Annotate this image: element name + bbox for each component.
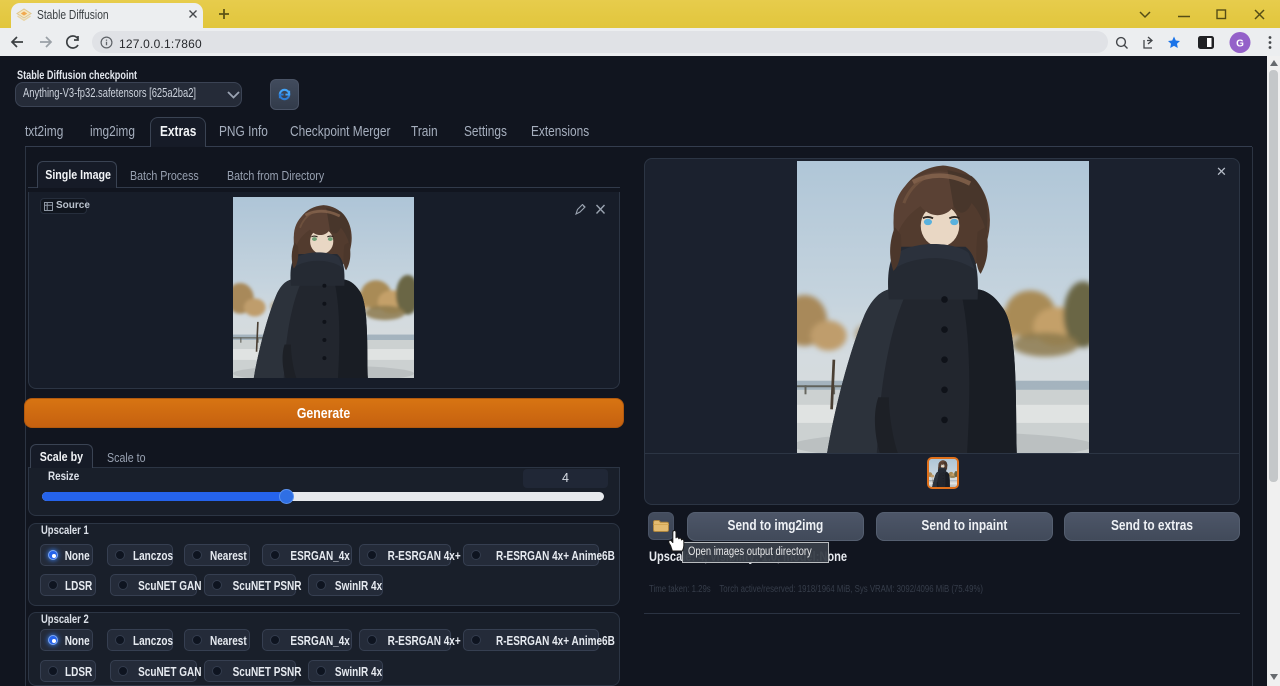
svg-text:G: G: [1236, 39, 1244, 50]
